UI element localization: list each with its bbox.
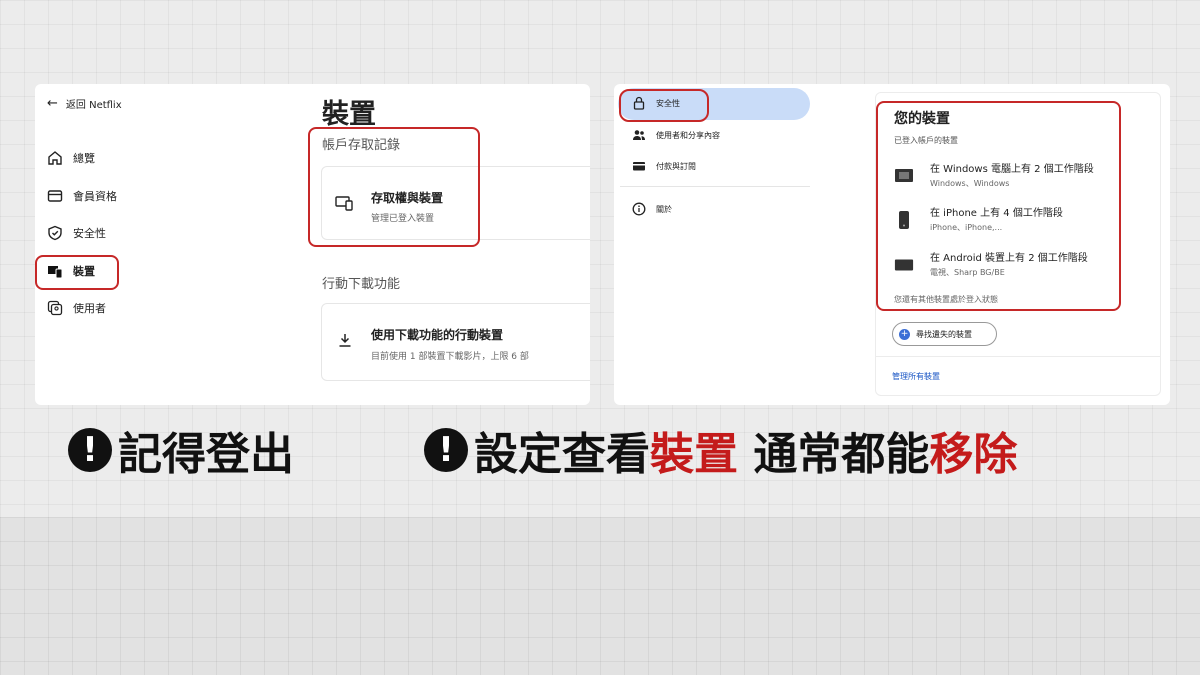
caption-right-highlight-remove: 移除 — [929, 429, 1018, 480]
caption-right: ! 設定查看 裝置 通常都能 移除 — [424, 420, 1017, 480]
nav-item-security[interactable]: 安全性 — [47, 223, 106, 243]
manage-all-devices-link[interactable]: 管理所有裝置 — [892, 371, 940, 382]
find-button-label: 尋找遺失的裝置 — [916, 329, 972, 339]
home-icon — [47, 150, 63, 166]
manage-divider — [876, 356, 1160, 357]
card-icon — [632, 159, 646, 173]
devices-list-highlight — [876, 101, 1121, 311]
nav-item-about[interactable]: 關於 — [632, 202, 672, 216]
nav-label: 付款與訂閱 — [656, 161, 696, 171]
security-devices-panel: 安全性 使用者和分享內容 付款與訂閱 關於 您的裝置 已登入帳戶的裝置 在 Wi… — [614, 84, 1170, 405]
exclamation-icon: ! — [68, 428, 112, 472]
nav-label: 關於 — [656, 204, 672, 214]
people-icon — [632, 128, 646, 142]
nav-label: 使用者和分享內容 — [656, 130, 720, 140]
nav-label: 安全性 — [73, 227, 106, 240]
caption-right-part1: 設定查看 — [474, 429, 650, 480]
download-card-title: 使用下載功能的行動裝置 — [371, 328, 504, 342]
shield-icon — [47, 225, 63, 241]
nav-label: 總覽 — [73, 152, 95, 165]
back-label: 返回 Netflix — [65, 100, 122, 111]
account-devices-panel: ← 返回 Netflix 總覽 會員資格 安全性 裝置 使用者 裝置 帳戶存取記… — [35, 84, 590, 405]
access-section-highlight — [308, 127, 480, 247]
nav-label: 會員資格 — [73, 190, 117, 203]
nav-item-overview[interactable]: 總覽 — [47, 148, 95, 168]
security-nav-highlight — [619, 89, 709, 122]
profiles-icon — [47, 300, 63, 316]
background-band — [0, 517, 1200, 675]
devices-nav-highlight — [35, 255, 119, 290]
nav-item-payments[interactable]: 付款與訂閱 — [632, 159, 696, 173]
download-section-label: 行動下載功能 — [322, 277, 401, 292]
nav-item-people-sharing[interactable]: 使用者和分享內容 — [632, 128, 720, 142]
page-title: 裝置 — [322, 99, 376, 130]
exclamation-icon: ! — [424, 428, 468, 472]
back-to-netflix-link[interactable]: ← 返回 Netflix — [47, 96, 122, 111]
info-icon — [632, 202, 646, 216]
back-arrow-icon: ← — [47, 96, 58, 111]
caption-left-text: 記得登出 — [118, 429, 294, 480]
caption-right-highlight-devices: 裝置 — [650, 429, 738, 480]
download-card-subtitle: 目前使用 1 部裝置下載影片，上限 6 部 — [371, 352, 529, 362]
nav-divider — [620, 186, 810, 187]
find-lost-device-button[interactable]: + 尋找遺失的裝置 — [892, 322, 997, 346]
caption-left: ! 記得登出 — [68, 420, 294, 480]
caption-right-part2: 通常都能 — [738, 429, 930, 480]
nav-label: 使用者 — [73, 302, 106, 315]
nav-item-profiles[interactable]: 使用者 — [47, 298, 106, 318]
plus-icon: + — [899, 328, 910, 340]
download-icon — [337, 332, 353, 348]
card-icon — [47, 188, 63, 204]
nav-item-membership[interactable]: 會員資格 — [47, 186, 117, 206]
